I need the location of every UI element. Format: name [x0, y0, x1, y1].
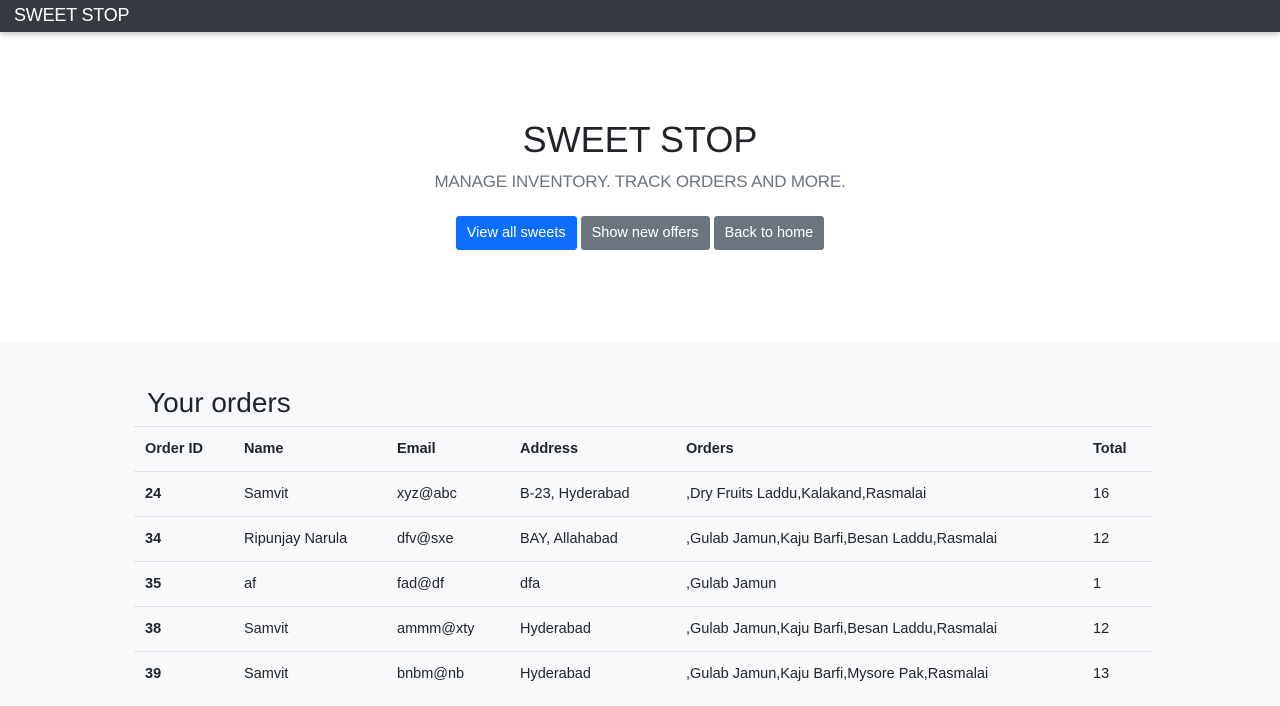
orders-cell: ,Gulab Jamun,Kaju Barfi,Mysore Pak,Rasma…	[675, 651, 1082, 696]
column-header-orders: Orders	[675, 426, 1082, 472]
orders-cell: ,Gulab Jamun,Kaju Barfi,Besan Laddu,Rasm…	[675, 606, 1082, 652]
back-to-home-button[interactable]: Back to home	[713, 216, 825, 250]
show-new-offers-button[interactable]: Show new offers	[580, 216, 710, 250]
hero-button-group: View all sweets Show new offers Back to …	[0, 216, 1280, 250]
orders-cell: ,Dry Fruits Laddu,Kalakand,Rasmalai	[675, 471, 1082, 517]
email-cell: ammm@xty	[386, 606, 509, 652]
address-cell: dfa	[509, 561, 675, 607]
name-cell: Samvit	[233, 471, 386, 517]
hero-section: SWEET STOP MANAGE INVENTORY. TRACK ORDER…	[0, 32, 1280, 342]
column-header-total: Total	[1082, 426, 1152, 472]
order-id-cell: 24	[134, 471, 233, 517]
table-header-row: Order ID Name Email Address Orders Total	[134, 426, 1152, 472]
name-cell: af	[233, 561, 386, 607]
orders-table: Order ID Name Email Address Orders Total…	[134, 426, 1152, 696]
column-header-address: Address	[509, 426, 675, 472]
orders-cell: ,Gulab Jamun,Kaju Barfi,Besan Laddu,Rasm…	[675, 516, 1082, 562]
order-id-cell: 34	[134, 516, 233, 562]
column-header-email: Email	[386, 426, 509, 472]
name-cell: Samvit	[233, 651, 386, 696]
address-cell: Hyderabad	[509, 651, 675, 696]
table-row: 38 Samvit ammm@xty Hyderabad ,Gulab Jamu…	[134, 606, 1152, 652]
email-cell: dfv@sxe	[386, 516, 509, 562]
column-header-name: Name	[233, 426, 386, 472]
orders-heading: Your orders	[147, 387, 291, 418]
orders-cell: ,Gulab Jamun	[675, 561, 1082, 607]
navbar: SWEET STOP	[0, 0, 1280, 32]
address-cell: Hyderabad	[509, 606, 675, 652]
order-id-cell: 35	[134, 561, 233, 607]
page-subtitle: MANAGE INVENTORY. TRACK ORDERS AND MORE.	[434, 172, 846, 191]
table-row: 35 af fad@df dfa ,Gulab Jamun 1	[134, 561, 1152, 607]
total-cell: 1	[1082, 561, 1152, 607]
table-row: 34 Ripunjay Narula dfv@sxe BAY, Allahaba…	[134, 516, 1152, 562]
navbar-brand[interactable]: SWEET STOP	[14, 5, 130, 25]
email-cell: fad@df	[386, 561, 509, 607]
total-cell: 12	[1082, 516, 1152, 562]
total-cell: 12	[1082, 606, 1152, 652]
name-cell: Ripunjay Narula	[233, 516, 386, 562]
address-cell: B-23, Hyderabad	[509, 471, 675, 517]
order-id-cell: 38	[134, 606, 233, 652]
email-cell: xyz@abc	[386, 471, 509, 517]
page-title: SWEET STOP	[522, 119, 758, 160]
email-cell: bnbm@nb	[386, 651, 509, 696]
view-all-sweets-button[interactable]: View all sweets	[455, 216, 577, 250]
total-cell: 13	[1082, 651, 1152, 696]
order-id-cell: 39	[134, 651, 233, 696]
column-header-order-id: Order ID	[134, 426, 233, 472]
name-cell: Samvit	[233, 606, 386, 652]
address-cell: BAY, Allahabad	[509, 516, 675, 562]
orders-section: Your orders Order ID Name Email Address …	[0, 342, 1280, 706]
total-cell: 16	[1082, 471, 1152, 517]
table-row: 24 Samvit xyz@abc B-23, Hyderabad ,Dry F…	[134, 471, 1152, 517]
table-row: 39 Samvit bnbm@nb Hyderabad ,Gulab Jamun…	[134, 651, 1152, 696]
